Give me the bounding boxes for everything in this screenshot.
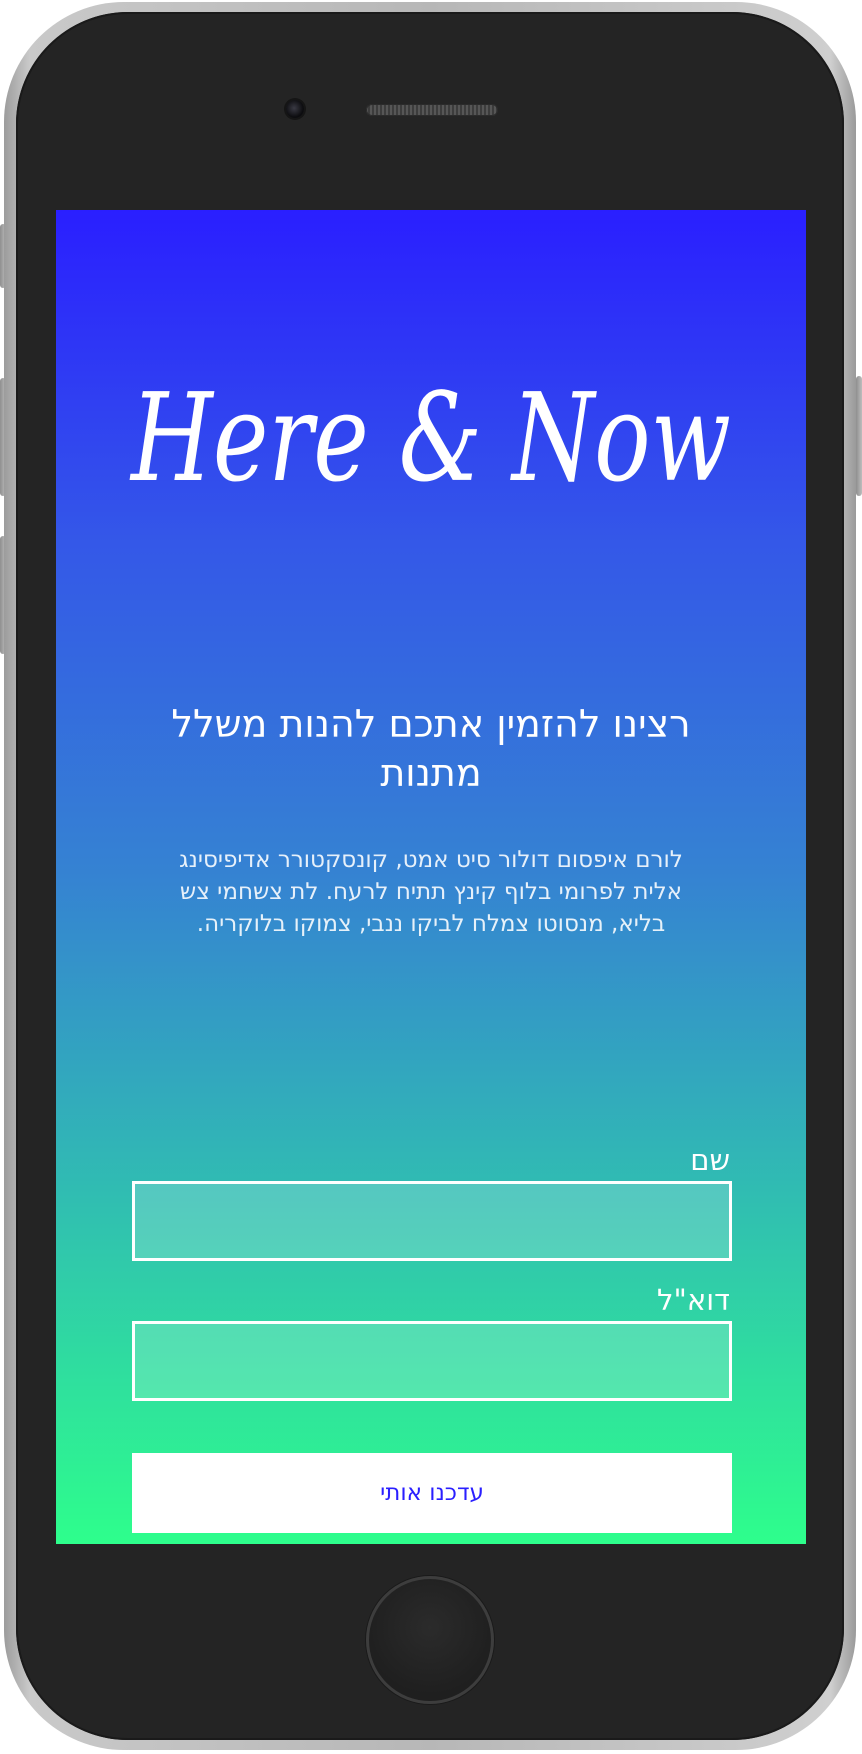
power-button bbox=[856, 376, 862, 496]
name-input[interactable] bbox=[132, 1181, 732, 1261]
logo-text: Here & Now bbox=[129, 367, 731, 509]
front-camera-icon bbox=[286, 100, 304, 118]
stage: Here & Now רצינו להזמין אתכם להנות משלל … bbox=[0, 0, 862, 1754]
home-button[interactable] bbox=[366, 1576, 494, 1704]
app-screen: Here & Now רצינו להזמין אתכם להנות משלל … bbox=[56, 210, 806, 1544]
logo-svg: Here & Now bbox=[129, 367, 731, 509]
earpiece-speaker bbox=[366, 104, 498, 116]
logo: Here & Now bbox=[96, 355, 766, 525]
page-headline: רצינו להזמין אתכם להנות משלל מתנות bbox=[171, 702, 691, 795]
intro-paragraph: לורם איפסום דולור סיט אמט, קונסקטורר אדי… bbox=[179, 847, 683, 937]
name-label: שם bbox=[690, 1143, 730, 1177]
email-input[interactable] bbox=[132, 1321, 732, 1401]
submit-button[interactable]: עדכנו אותי bbox=[132, 1453, 732, 1533]
email-label: דוא"ל bbox=[657, 1283, 730, 1317]
